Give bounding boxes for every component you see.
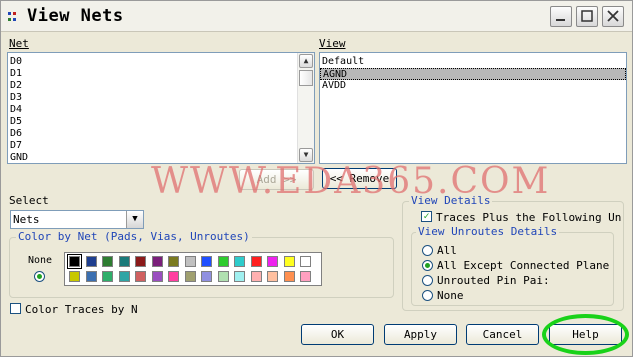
unroute-option-radio[interactable] xyxy=(422,275,433,286)
none-color-radio[interactable] xyxy=(34,271,45,282)
unroute-option-label: All Except Connected Plane N xyxy=(437,259,613,272)
color-swatch[interactable] xyxy=(300,256,311,267)
ok-button[interactable]: OK xyxy=(301,324,374,345)
color-swatch[interactable] xyxy=(118,271,130,282)
color-swatch[interactable] xyxy=(250,271,262,282)
net-list-item[interactable]: D0 xyxy=(8,56,314,68)
scroll-down-button[interactable]: ▼ xyxy=(299,148,313,162)
unroute-option-radio[interactable] xyxy=(422,245,433,256)
view-list-item[interactable]: AVDD xyxy=(320,80,626,92)
color-traces-checkbox[interactable] xyxy=(10,303,21,314)
dropdown-button[interactable]: ▼ xyxy=(126,211,143,228)
view-details-title: View Details xyxy=(409,194,493,207)
view-label: View xyxy=(319,37,346,50)
view-unroutes-group: View Unroutes Details All All Except Conn… xyxy=(411,225,614,306)
color-swatch[interactable] xyxy=(201,256,212,267)
color-swatch[interactable] xyxy=(67,254,82,269)
color-swatch[interactable] xyxy=(234,271,245,282)
color-swatch[interactable] xyxy=(217,271,229,282)
close-icon xyxy=(607,10,619,22)
minimize-icon xyxy=(556,19,565,21)
color-swatch[interactable] xyxy=(184,271,196,282)
net-scrollbar[interactable]: ▲ ▼ xyxy=(297,53,314,163)
net-list-item[interactable]: D4 xyxy=(8,104,314,116)
apply-button[interactable]: Apply xyxy=(384,324,457,345)
app-icon xyxy=(8,12,16,21)
view-unroutes-title: View Unroutes Details xyxy=(416,225,560,238)
checkmark-icon: ✓ xyxy=(423,211,430,222)
chevron-down-icon: ▼ xyxy=(303,150,309,159)
scroll-up-button[interactable]: ▲ xyxy=(299,54,313,68)
unroute-option-label: All xyxy=(437,244,457,257)
unroute-option-radio[interactable] xyxy=(422,290,433,301)
help-highlight-ring xyxy=(542,314,629,355)
select-value: Nets xyxy=(13,213,40,226)
net-list-item[interactable]: D3 xyxy=(8,92,314,104)
view-list-item[interactable]: Default xyxy=(320,56,626,68)
traces-plus-label: Traces Plus the Following Unr xyxy=(436,211,622,224)
net-label: Net xyxy=(9,37,29,50)
color-swatch[interactable] xyxy=(283,271,295,282)
color-swatch[interactable] xyxy=(168,256,179,267)
chevron-down-icon: ▼ xyxy=(132,214,138,224)
color-swatch[interactable] xyxy=(217,256,229,267)
net-list-item[interactable]: D1 xyxy=(8,68,314,80)
color-swatch[interactable] xyxy=(267,256,278,267)
cancel-button[interactable]: Cancel xyxy=(466,324,539,345)
color-swatch[interactable] xyxy=(168,271,179,282)
color-swatch[interactable] xyxy=(85,271,97,282)
maximize-button[interactable] xyxy=(576,6,598,27)
net-listbox[interactable]: D0 D1 D2 D3 D4 D5 D6 D7 GND ▲ ▼ xyxy=(7,52,315,164)
view-nets-dialog: View Nets Net D0 D1 D2 D3 D4 D5 D6 D7 GND ▲ ▼ Vi… xyxy=(0,0,633,357)
none-color-label: None xyxy=(28,255,53,266)
color-swatch[interactable] xyxy=(118,256,130,267)
color-swatch[interactable] xyxy=(69,271,80,282)
color-by-net-title: Color by Net (Pads, Vias, Unroutes) xyxy=(16,230,252,243)
color-swatch[interactable] xyxy=(102,271,113,282)
color-swatch[interactable] xyxy=(151,256,163,267)
color-swatch[interactable] xyxy=(102,256,113,267)
color-swatch[interactable] xyxy=(300,271,311,282)
color-swatch[interactable] xyxy=(201,271,212,282)
color-swatch[interactable] xyxy=(135,256,146,267)
select-combobox[interactable]: Nets ▼ xyxy=(10,210,144,229)
net-list-item[interactable]: D2 xyxy=(8,80,314,92)
net-list-item[interactable]: D5 xyxy=(8,116,314,128)
maximize-icon xyxy=(581,10,593,22)
color-swatch[interactable] xyxy=(234,256,245,267)
color-swatch[interactable] xyxy=(151,271,163,282)
title-bar[interactable]: View Nets xyxy=(1,1,632,32)
color-swatch[interactable] xyxy=(267,271,278,282)
net-list-item[interactable]: D7 xyxy=(8,140,314,152)
window-title: View Nets xyxy=(27,6,124,26)
color-swatch[interactable] xyxy=(135,271,146,282)
color-swatch[interactable] xyxy=(85,256,97,267)
net-list-item[interactable]: D6 xyxy=(8,128,314,140)
close-button[interactable] xyxy=(602,6,624,27)
color-swatch[interactable] xyxy=(283,256,295,267)
unroute-option-label: Unrouted Pin Pai: xyxy=(437,274,550,287)
select-label: Select xyxy=(9,194,49,207)
traces-plus-checkbox[interactable]: ✓ xyxy=(421,211,432,222)
color-traces-label: Color Traces by N xyxy=(25,303,138,316)
unroute-option-label: None xyxy=(437,289,464,302)
color-swatch[interactable] xyxy=(184,256,196,267)
view-details-group: View Details ✓ Traces Plus the Following… xyxy=(402,194,624,311)
view-list-item[interactable]: AGND xyxy=(320,68,626,80)
minimize-button[interactable] xyxy=(550,6,572,27)
chevron-up-icon: ▲ xyxy=(303,56,309,65)
color-swatch[interactable] xyxy=(250,256,262,267)
scroll-thumb[interactable] xyxy=(299,70,313,86)
unroute-option-radio[interactable] xyxy=(422,260,433,271)
color-by-net-group: Color by Net (Pads, Vias, Unroutes) None xyxy=(9,230,394,298)
view-listbox[interactable]: Default AGND AVDD xyxy=(319,52,627,164)
color-palette xyxy=(64,252,322,286)
